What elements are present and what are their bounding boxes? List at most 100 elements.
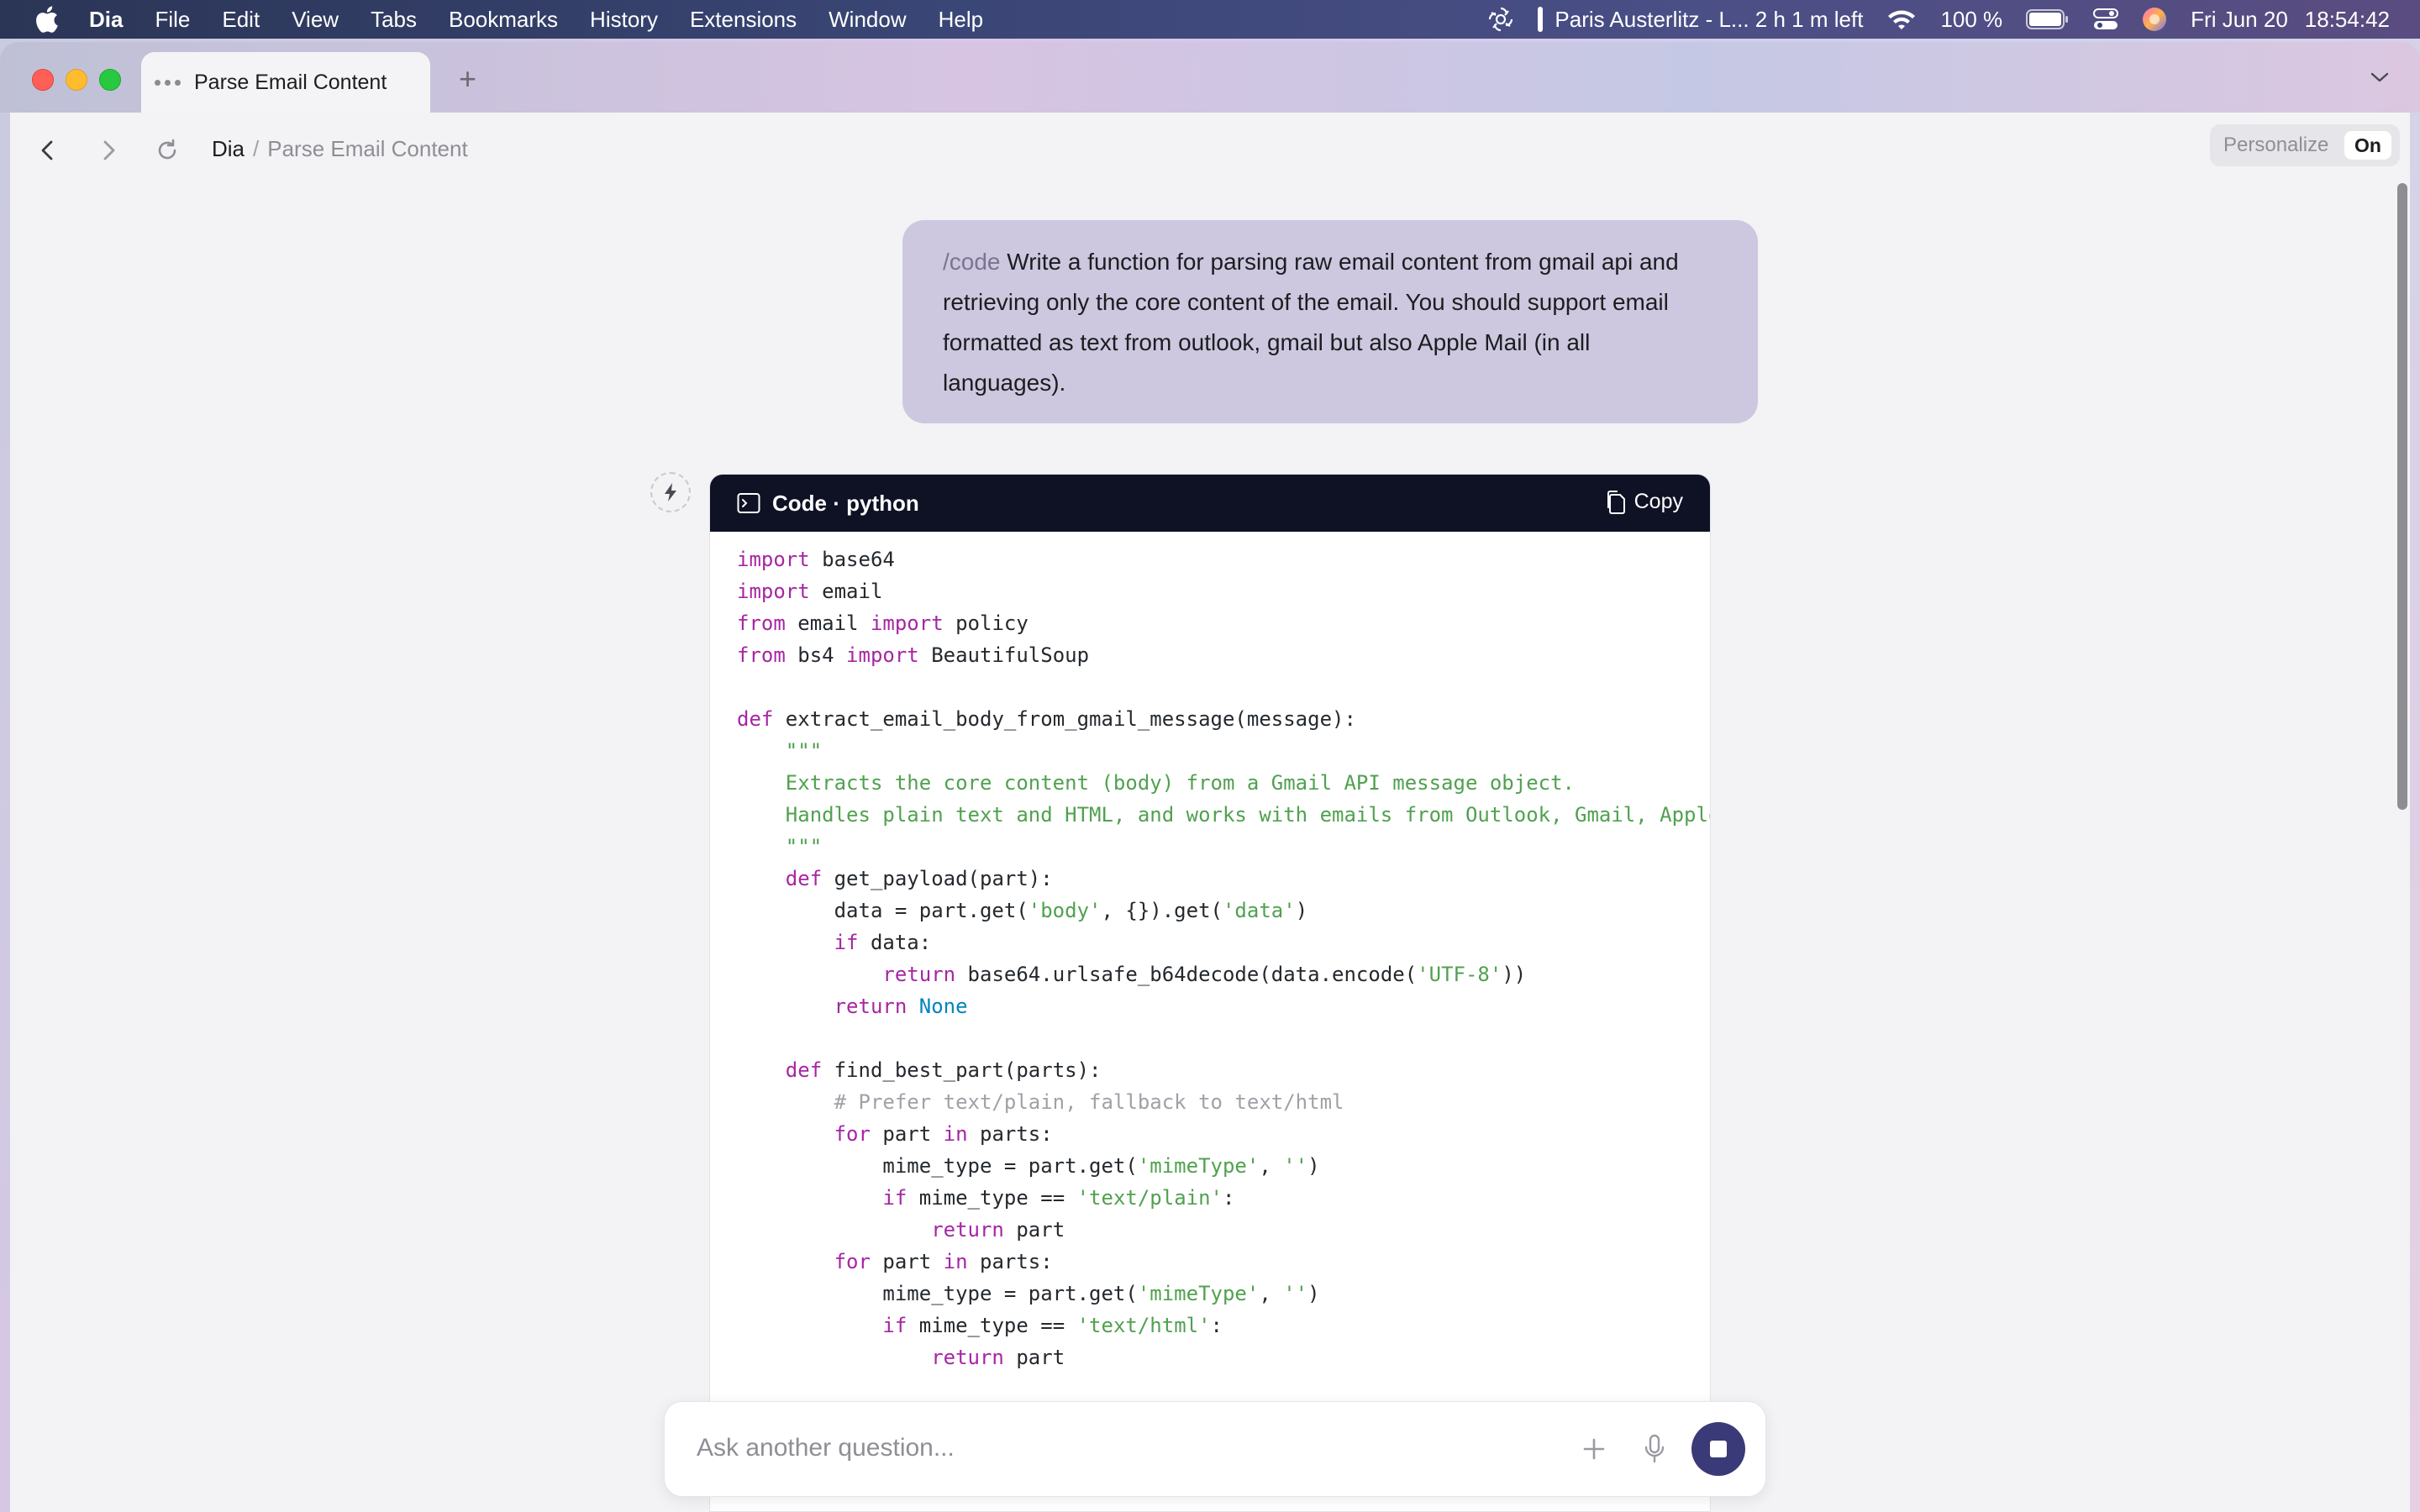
- menu-file[interactable]: File: [155, 7, 190, 33]
- code-block-title: Code · python: [772, 490, 919, 516]
- code-content[interactable]: import base64 import email from email impo…: [710, 532, 1710, 1373]
- scrollbar-thumb[interactable]: [2397, 183, 2407, 810]
- menu-time[interactable]: 18:54:42: [2305, 7, 2390, 33]
- siri-icon[interactable]: [2142, 7, 2167, 32]
- code-line: if mime_type == 'text/html':: [737, 1310, 1710, 1341]
- menu-app-name[interactable]: Dia: [89, 7, 123, 33]
- chevron-down-icon[interactable]: [2370, 67, 2390, 87]
- code-token: extract_email_body_from_gmail_message(me…: [773, 707, 1356, 731]
- zoom-window-button[interactable]: [99, 69, 121, 91]
- user-message-command: /code: [943, 249, 1001, 275]
- code-line: from email import policy: [737, 607, 1710, 639]
- code-token: return: [931, 1346, 1004, 1369]
- code-token: def: [785, 867, 823, 890]
- code-token: '': [1283, 1154, 1308, 1178]
- code-token: part: [870, 1250, 944, 1273]
- code-line: Handles plain text and HTML, and works w…: [737, 799, 1710, 831]
- stop-icon: [1710, 1441, 1727, 1457]
- code-line: """: [737, 831, 1710, 863]
- scrollbar[interactable]: [2395, 183, 2408, 1494]
- code-token: 'mimeType': [1137, 1282, 1260, 1305]
- trip-indicator: [1538, 7, 1544, 32]
- personalize-label: Personalize: [2223, 134, 2329, 156]
- code-token: in: [943, 1250, 968, 1273]
- wifi-icon[interactable]: [1886, 8, 1917, 31]
- menu-bookmarks[interactable]: Bookmarks: [449, 7, 558, 33]
- tab-title: Parse Email Content: [194, 70, 387, 94]
- code-token: Handles plain text and HTML, and works w…: [737, 803, 1710, 827]
- code-token: ,: [1259, 1154, 1284, 1178]
- menu-date[interactable]: Fri Jun 20: [2191, 7, 2288, 33]
- breadcrumb-separator: /: [253, 136, 260, 161]
- menu-bar: Dia File Edit View Tabs Bookmarks Histor…: [0, 0, 2420, 39]
- close-window-button[interactable]: [32, 69, 54, 91]
- question-input[interactable]: Ask another question...: [697, 1434, 955, 1462]
- tab-parse-email-content[interactable]: Parse Email Content: [141, 52, 430, 113]
- code-token: :: [1222, 1186, 1235, 1210]
- code-line: from bs4 import BeautifulSoup: [737, 639, 1710, 671]
- code-token: get_payload(part):: [822, 867, 1053, 890]
- copy-button[interactable]: Copy: [1606, 490, 1683, 514]
- minimize-window-button[interactable]: [66, 69, 87, 91]
- code-line: import email: [737, 575, 1710, 607]
- menu-view[interactable]: View: [292, 7, 339, 33]
- code-token: part: [1003, 1346, 1065, 1369]
- code-token: ): [1307, 1154, 1320, 1178]
- menu-window[interactable]: Window: [829, 7, 906, 33]
- battery-icon[interactable]: [2026, 8, 2070, 30]
- code-token: base64.urlsafe_b64decode(data.encode(: [955, 963, 1418, 986]
- code-line: def get_payload(part):: [737, 863, 1710, 895]
- code-token: parts:: [967, 1250, 1053, 1273]
- personalize-toggle[interactable]: Personalize On: [2210, 124, 2400, 166]
- code-token: import: [737, 548, 810, 571]
- code-token: 'text/html': [1076, 1314, 1211, 1337]
- code-token: BeautifulSoup: [918, 643, 1090, 667]
- menu-history[interactable]: History: [590, 7, 658, 33]
- code-token: base64: [809, 548, 895, 571]
- code-token: :: [1210, 1314, 1223, 1337]
- code-token: import: [870, 612, 944, 635]
- code-token: mime_type ==: [907, 1186, 1077, 1210]
- personalize-state[interactable]: On: [2344, 131, 2391, 160]
- code-line: if mime_type == 'text/plain':: [737, 1182, 1710, 1214]
- code-token: from: [737, 643, 786, 667]
- terminal-icon: [737, 493, 760, 513]
- chevron-right-icon[interactable]: [94, 136, 123, 165]
- new-tab-button[interactable]: +: [459, 64, 476, 94]
- menu-help[interactable]: Help: [939, 7, 983, 33]
- menu-tabs[interactable]: Tabs: [371, 7, 417, 33]
- code-line: # Prefer text/plain, fallback to text/ht…: [737, 1086, 1710, 1118]
- code-token: # Prefer text/plain, fallback to text/ht…: [737, 1090, 1344, 1114]
- menu-extensions[interactable]: Extensions: [690, 7, 797, 33]
- code-token: if: [882, 1314, 908, 1337]
- reload-icon[interactable]: [153, 136, 182, 165]
- code-token: data:: [858, 931, 932, 954]
- code-token: email: [785, 612, 871, 635]
- openai-icon[interactable]: [1487, 6, 1514, 33]
- menu-edit[interactable]: Edit: [222, 7, 260, 33]
- code-token: '': [1283, 1282, 1308, 1305]
- code-line: def extract_email_body_from_gmail_messag…: [737, 703, 1710, 735]
- breadcrumb-root[interactable]: Dia: [212, 136, 245, 161]
- code-token: ): [1307, 1282, 1320, 1305]
- code-line: return None: [737, 990, 1710, 1022]
- apple-icon[interactable]: [34, 6, 59, 33]
- plus-icon[interactable]: [1581, 1436, 1607, 1462]
- code-token: """: [737, 739, 823, 763]
- breadcrumb-current[interactable]: Parse Email Content: [267, 136, 467, 161]
- control-center-icon[interactable]: [2093, 8, 2119, 31]
- stop-button[interactable]: [1691, 1422, 1745, 1476]
- lightning-icon: [665, 483, 676, 501]
- code-token: ,: [1259, 1282, 1284, 1305]
- trip-status[interactable]: Paris Austerlitz - L... 2 h 1 m left: [1555, 7, 1863, 33]
- question-input-bar[interactable]: Ask another question...: [664, 1401, 1766, 1497]
- chevron-left-icon[interactable]: [34, 136, 62, 165]
- mic-icon[interactable]: [1643, 1434, 1666, 1464]
- code-token: for: [834, 1122, 871, 1146]
- code-token: """: [737, 835, 823, 858]
